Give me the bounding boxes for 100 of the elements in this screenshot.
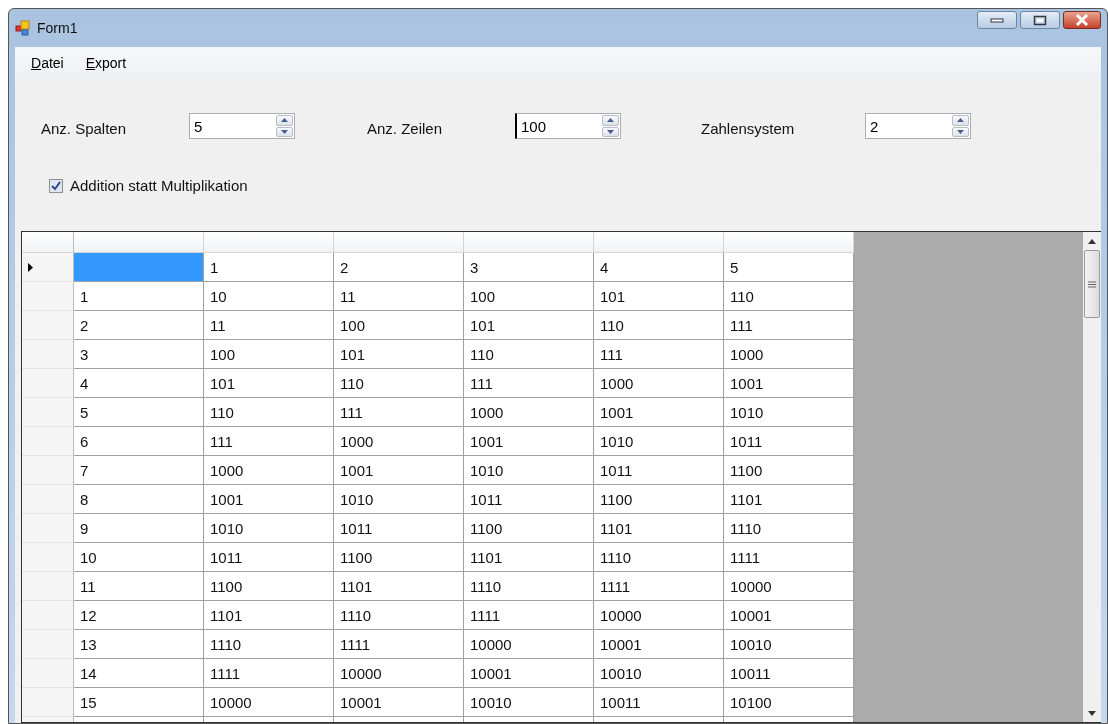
table-cell: 9 bbox=[74, 514, 204, 543]
row-header[interactable] bbox=[22, 427, 74, 456]
table-cell: 13 bbox=[74, 630, 204, 659]
table-cell: 1011 bbox=[204, 543, 334, 572]
table-cell: 1010 bbox=[204, 514, 334, 543]
table-cell: 5 bbox=[724, 253, 854, 282]
table-cell: 1011 bbox=[594, 456, 724, 485]
column-header[interactable] bbox=[204, 232, 334, 253]
column-header[interactable] bbox=[74, 232, 204, 253]
maximize-button[interactable] bbox=[1020, 11, 1060, 29]
corner-header bbox=[22, 232, 74, 253]
table-cell: 111 bbox=[334, 398, 464, 427]
window-title: Form1 bbox=[37, 18, 78, 38]
row-header[interactable] bbox=[22, 659, 74, 688]
row-header[interactable] bbox=[22, 253, 74, 282]
menu-item[interactable]: Datei bbox=[23, 50, 72, 76]
table-cell: 12 bbox=[74, 601, 204, 630]
table-cell: 110 bbox=[334, 369, 464, 398]
table-cell: 6 bbox=[74, 427, 204, 456]
row-header[interactable] bbox=[22, 543, 74, 572]
table-cell: 4 bbox=[74, 369, 204, 398]
table-cell: 10001 bbox=[594, 630, 724, 659]
table-cell: 11 bbox=[74, 572, 204, 601]
vertical-scrollbar[interactable] bbox=[1083, 232, 1101, 722]
table-cell: 10010 bbox=[594, 659, 724, 688]
column-header[interactable] bbox=[724, 232, 854, 253]
table-cell: 100 bbox=[334, 311, 464, 340]
table-cell: 1101 bbox=[594, 514, 724, 543]
row-header[interactable] bbox=[22, 282, 74, 311]
table-cell: 10000 bbox=[334, 659, 464, 688]
table-cell: 14 bbox=[74, 659, 204, 688]
row-header[interactable] bbox=[22, 630, 74, 659]
table-cell: 10001 bbox=[334, 688, 464, 717]
table-cell: 1110 bbox=[724, 514, 854, 543]
table-cell: 100 bbox=[464, 282, 594, 311]
row-header[interactable] bbox=[22, 456, 74, 485]
table-cell: 1100 bbox=[204, 572, 334, 601]
table-cell: 1110 bbox=[594, 543, 724, 572]
table-cell: 1 bbox=[204, 253, 334, 282]
table-cell: 111 bbox=[464, 369, 594, 398]
table-cell: 1000 bbox=[464, 398, 594, 427]
column-header[interactable] bbox=[334, 232, 464, 253]
table-cell: 1101 bbox=[204, 601, 334, 630]
table-cell: 11 bbox=[204, 311, 334, 340]
table-cell: 10011 bbox=[594, 688, 724, 717]
row-header[interactable] bbox=[22, 485, 74, 514]
table-cell: 100 bbox=[204, 340, 334, 369]
table-cell: 4 bbox=[594, 253, 724, 282]
minimize-icon bbox=[990, 17, 1004, 23]
table-cell: 1110 bbox=[334, 601, 464, 630]
table-cell: 1111 bbox=[464, 601, 594, 630]
field-label: Zahlensystem bbox=[701, 119, 795, 139]
table-cell: 111 bbox=[204, 427, 334, 456]
table-cell: 1000 bbox=[594, 369, 724, 398]
table-cell: 1111 bbox=[724, 543, 854, 572]
table-cell: 1000 bbox=[204, 456, 334, 485]
table-cell: 10 bbox=[74, 543, 204, 572]
checkbox[interactable] bbox=[49, 179, 63, 194]
table-cell: 10000 bbox=[724, 572, 854, 601]
field-label: Anz. Spalten bbox=[41, 119, 127, 139]
table-cell: 1100 bbox=[594, 485, 724, 514]
table-cell: 1 bbox=[74, 282, 204, 311]
table-cell: 1111 bbox=[334, 630, 464, 659]
table-cell: 10001 bbox=[464, 659, 594, 688]
row-header[interactable] bbox=[22, 398, 74, 427]
scroll-thumb[interactable] bbox=[1084, 250, 1100, 318]
row-header[interactable] bbox=[22, 688, 74, 717]
table-cell: 110 bbox=[724, 282, 854, 311]
row-header[interactable] bbox=[22, 369, 74, 398]
table-cell: 15 bbox=[74, 688, 204, 717]
table-cell: 101 bbox=[464, 311, 594, 340]
table-cell: 10011 bbox=[724, 659, 854, 688]
close-button[interactable] bbox=[1063, 11, 1101, 29]
row-header[interactable] bbox=[22, 601, 74, 630]
table-cell: 10000 bbox=[594, 601, 724, 630]
table-cell: 3 bbox=[74, 340, 204, 369]
table-cell: 1101 bbox=[464, 543, 594, 572]
maximize-icon bbox=[1033, 14, 1047, 26]
row-header[interactable] bbox=[22, 340, 74, 369]
table-cell: 10001 bbox=[724, 601, 854, 630]
scroll-up-icon[interactable] bbox=[1088, 238, 1096, 244]
table-cell: 1111 bbox=[594, 572, 724, 601]
column-header[interactable] bbox=[464, 232, 594, 253]
table-cell: 110 bbox=[594, 311, 724, 340]
table-cell: 10000 bbox=[464, 630, 594, 659]
table-cell: 1000 bbox=[724, 340, 854, 369]
close-icon bbox=[1075, 14, 1089, 26]
column-header[interactable] bbox=[594, 232, 724, 253]
table-cell: 3 bbox=[464, 253, 594, 282]
row-header[interactable] bbox=[22, 311, 74, 340]
scroll-down-icon[interactable] bbox=[1088, 710, 1096, 716]
table-cell: 1010 bbox=[594, 427, 724, 456]
row-header[interactable] bbox=[22, 514, 74, 543]
table-cell: 1010 bbox=[464, 456, 594, 485]
table-cell: 1011 bbox=[724, 427, 854, 456]
table-cell: 1010 bbox=[334, 485, 464, 514]
table-cell: 11 bbox=[334, 282, 464, 311]
menu-item[interactable]: Export bbox=[77, 50, 135, 76]
table-cell: 10010 bbox=[724, 630, 854, 659]
row-header[interactable] bbox=[22, 572, 74, 601]
